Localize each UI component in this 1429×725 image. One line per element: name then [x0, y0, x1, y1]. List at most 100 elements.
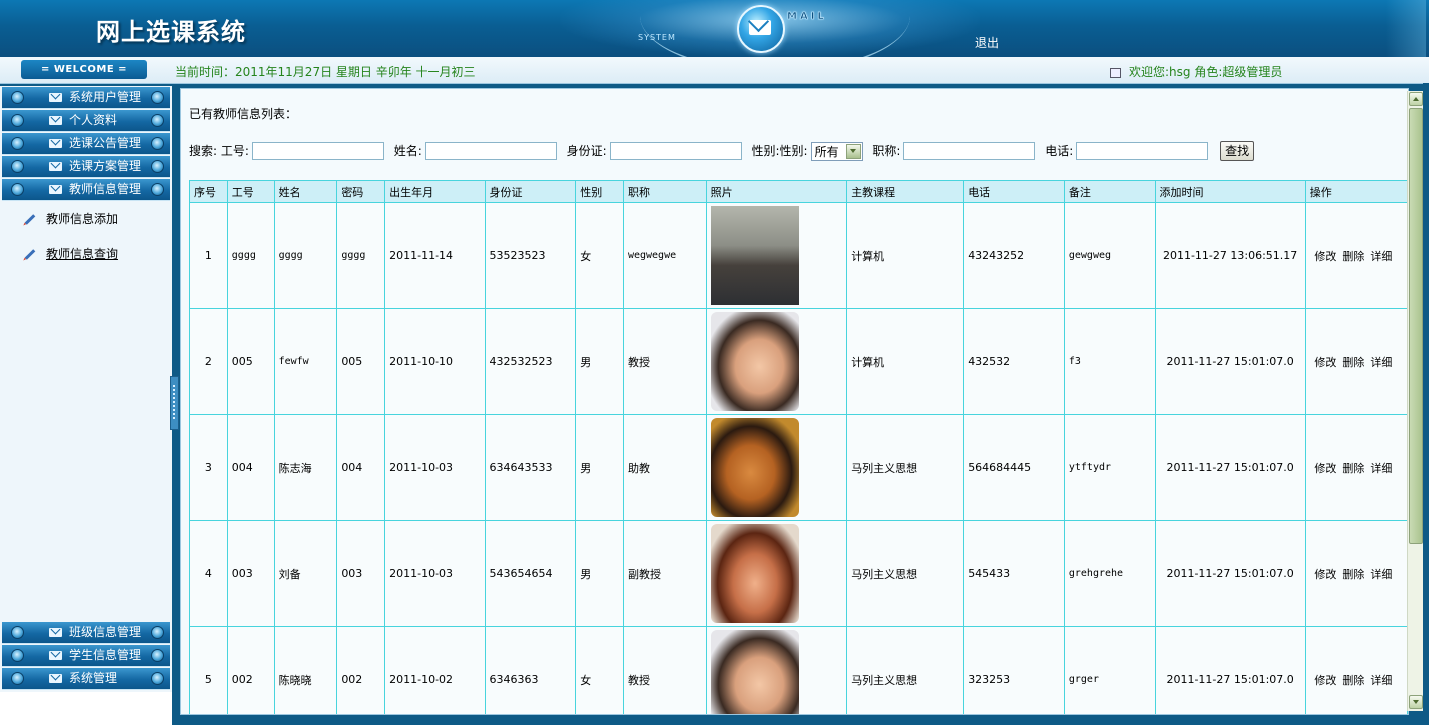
submenu-teacher-query[interactable]: 教师信息查询: [24, 245, 118, 263]
bullet-icon: [11, 160, 24, 173]
sidebar-item-label: 系统管理: [69, 671, 118, 685]
edit-link[interactable]: 修改: [1314, 674, 1336, 687]
cell-ops: 修改 删除 详细: [1304, 308, 1408, 415]
sidebar-item-plans[interactable]: 选课方案管理: [2, 156, 170, 178]
submenu-teacher-add[interactable]: 教师信息添加: [24, 210, 118, 228]
cell-phone: 545433: [963, 520, 1065, 627]
cell-password: 004: [336, 414, 386, 521]
sidebar-item-notices[interactable]: 选课公告管理: [2, 133, 170, 155]
cell-added: 2011-11-27 15:01:07.0: [1154, 626, 1306, 714]
gender-label: 性别:性别:: [751, 143, 808, 158]
teacher-photo: [710, 630, 799, 714]
detail-link[interactable]: 详细: [1370, 462, 1392, 475]
sidebar-item-label: 教师信息管理: [69, 182, 142, 196]
bullet-icon: [151, 160, 164, 173]
idcard-input[interactable]: [609, 142, 742, 160]
mail-icon: [49, 139, 62, 148]
delete-link[interactable]: 删除: [1342, 250, 1364, 263]
sidebar-item-system[interactable]: 系统管理: [2, 668, 170, 690]
cell-added: 2011-11-27 13:06:51.17: [1154, 202, 1306, 309]
detail-link[interactable]: 详细: [1370, 568, 1392, 581]
sidebar-item-profile[interactable]: 个人资料: [2, 110, 170, 132]
cell-photo: [705, 520, 848, 627]
col-header: 性别: [575, 180, 624, 203]
cell-photo: [705, 414, 848, 521]
mail-icon: [49, 628, 62, 637]
submenu-label: 教师信息添加: [46, 212, 119, 226]
sidebar-item-students[interactable]: 学生信息管理: [2, 645, 170, 667]
cell-phone: 323253: [963, 626, 1065, 714]
app-title: 网上选课系统: [96, 17, 246, 46]
cell-note: grger: [1063, 626, 1156, 714]
delete-link[interactable]: 删除: [1342, 356, 1364, 369]
sidebar-item-label: 系统用户管理: [69, 90, 142, 104]
phone-input[interactable]: [1076, 142, 1209, 160]
col-header: 序号: [189, 180, 228, 203]
cell-no: 5: [189, 626, 228, 714]
edit-link[interactable]: 修改: [1314, 356, 1336, 369]
col-header: 身份证: [484, 180, 577, 203]
delete-link[interactable]: 删除: [1342, 568, 1364, 581]
id-input[interactable]: [251, 142, 384, 160]
table-header-row: 序号 工号 姓名 密码 出生年月 身份证 性别 职称 照片 主教课程 电话 备注…: [189, 180, 1408, 203]
bullet-icon: [151, 626, 164, 639]
sidebar-item-system-users[interactable]: 系统用户管理: [2, 87, 170, 109]
mail-icon: [49, 93, 62, 102]
cell-no: 2: [189, 308, 228, 415]
scroll-up-icon[interactable]: [1409, 92, 1423, 106]
scroll-thumb[interactable]: [1409, 108, 1423, 544]
cell-gender: 女: [575, 202, 624, 309]
cell-title: 副教授: [622, 520, 707, 627]
gender-select[interactable]: 所有: [810, 141, 863, 161]
title-input[interactable]: [903, 142, 1036, 160]
edit-link[interactable]: 修改: [1314, 250, 1336, 263]
cell-name: 刘备: [273, 520, 338, 627]
detail-link[interactable]: 详细: [1370, 356, 1392, 369]
bullet-icon: [151, 91, 164, 104]
detail-link[interactable]: 详细: [1370, 250, 1392, 263]
edit-link[interactable]: 修改: [1314, 462, 1336, 475]
logout-link[interactable]: 退出: [975, 34, 999, 51]
teacher-table: 序号 工号 姓名 密码 出生年月 身份证 性别 职称 照片 主教课程 电话 备注…: [189, 180, 1408, 714]
pencil-icon: [24, 249, 36, 260]
mail-icon[interactable]: [737, 5, 785, 53]
cell-gender: 女: [575, 626, 624, 714]
detail-link[interactable]: 详细: [1370, 674, 1392, 687]
app-header: 网上选课系统 SYSTEM MAIL 退出: [0, 0, 1429, 57]
cell-course: 计算机: [846, 202, 965, 309]
cell-course: 马列主义思想: [846, 414, 965, 521]
cell-id: 003: [226, 520, 275, 627]
search-button[interactable]: 查找: [1220, 141, 1255, 161]
col-header: 密码: [336, 180, 386, 203]
cell-password: 005: [336, 308, 386, 415]
col-header: 工号: [226, 180, 275, 203]
vertical-scrollbar[interactable]: [1407, 91, 1424, 711]
sidebar-item-classes[interactable]: 班级信息管理: [2, 622, 170, 644]
sidebar-footer: [0, 692, 172, 725]
name-label: 姓名:: [393, 143, 422, 158]
teacher-photo: [710, 418, 799, 517]
teacher-photo: [710, 312, 799, 411]
mail-tag: MAIL: [787, 11, 827, 23]
cell-password: 002: [336, 626, 386, 714]
col-header: 照片: [705, 180, 848, 203]
table-row: 4 003 刘备 003 2011-10-03 543654654 男 副教授 …: [189, 520, 1408, 627]
sidebar-splitter[interactable]: [170, 376, 179, 430]
chevron-down-icon[interactable]: [845, 143, 861, 159]
delete-link[interactable]: 删除: [1342, 462, 1364, 475]
cell-phone: 432532: [963, 308, 1065, 415]
delete-link[interactable]: 删除: [1342, 674, 1364, 687]
col-header: 姓名: [273, 180, 338, 203]
cell-no: 1: [189, 202, 228, 309]
sidebar-item-teachers[interactable]: 教师信息管理: [2, 179, 170, 201]
col-header: 操作: [1304, 180, 1408, 203]
pencil-icon: [24, 214, 36, 225]
user-card-icon: [1110, 67, 1121, 78]
submenu-label: 教师信息查询: [46, 247, 119, 261]
scroll-down-icon[interactable]: [1409, 695, 1423, 709]
name-input[interactable]: [424, 142, 557, 160]
col-header: 备注: [1063, 180, 1156, 203]
edit-link[interactable]: 修改: [1314, 568, 1336, 581]
phone-label: 电话:: [1045, 143, 1074, 158]
cell-title: 教授: [622, 626, 707, 714]
